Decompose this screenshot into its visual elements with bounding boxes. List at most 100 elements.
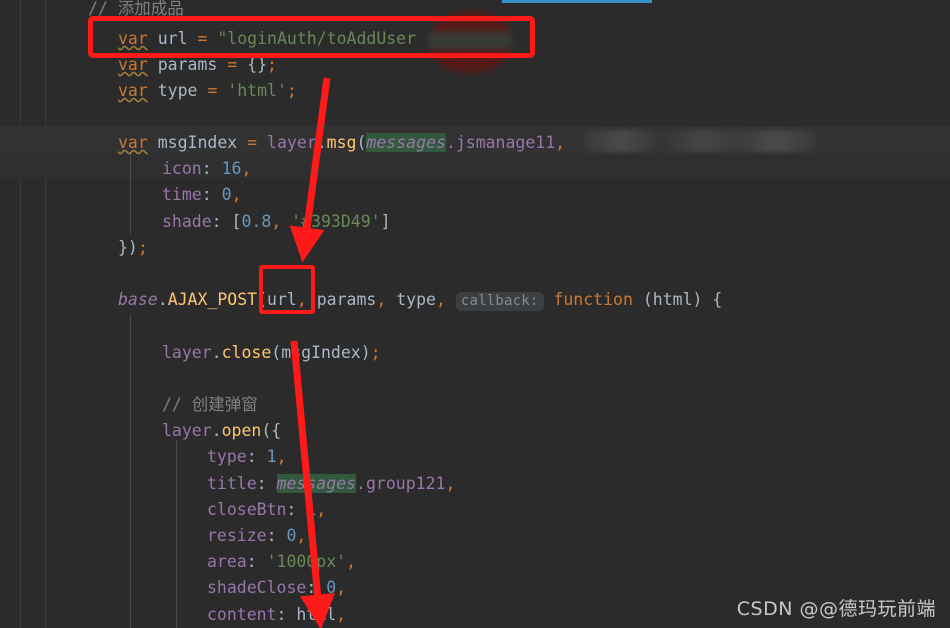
comma: ,: [555, 133, 566, 152]
comment-text: // 添加成品: [88, 0, 184, 18]
operator-assign: =: [197, 29, 208, 48]
bracket-close: ]: [380, 212, 391, 231]
comma: ,: [271, 212, 282, 231]
keyword-var: var: [118, 55, 148, 74]
identifier-messages: messages: [366, 133, 446, 152]
identifier-url: url: [157, 29, 188, 48]
property-icon: icon: [162, 159, 202, 178]
code-line-shade: shade: [0.8, '#393D49']: [162, 209, 391, 235]
property-closebtn: closeBtn: [207, 500, 287, 519]
keyword-var: var: [118, 133, 148, 152]
property-jsmanage11: .jsmanage11: [445, 133, 556, 152]
comma: ,: [276, 447, 287, 466]
comma: ,: [435, 290, 446, 309]
method-close: close: [221, 343, 272, 362]
identifier-layer: layer: [267, 133, 317, 152]
code-line-var-url: var url = "loginAuth/toAddUser: [118, 26, 416, 52]
brace-open: {: [712, 290, 723, 309]
method-open: open: [221, 421, 262, 440]
colon: :: [211, 212, 222, 231]
value-type: 1: [266, 447, 277, 466]
code-line-resize: resize: 0,: [207, 523, 306, 549]
code-line-area: area: '1000px',: [207, 549, 356, 575]
code-line-comment-create-popup: // 创建弹窗: [162, 392, 258, 418]
csdn-watermark: CSDN @@德玛玩前端: [736, 598, 936, 620]
value-shadeclose: 0: [326, 578, 337, 597]
argument-type: type: [396, 290, 436, 309]
paren-brace-open: ({: [261, 421, 282, 440]
argument-url: url: [267, 290, 297, 309]
code-line-var-params: var params = {};: [118, 52, 277, 78]
colon: :: [201, 159, 212, 178]
operator-assign: =: [247, 133, 258, 152]
property-area: area: [207, 552, 247, 571]
identifier-layer: layer: [162, 421, 212, 440]
screenshot-root: // 添加成品 var url = "loginAuth/toAddUser v…: [0, 0, 950, 628]
identifier-type: type: [157, 81, 198, 100]
property-time: time: [162, 185, 202, 204]
comma: ,: [231, 185, 242, 204]
param-html: html: [652, 290, 693, 309]
paren-close: ): [360, 343, 371, 362]
comma: ,: [296, 290, 307, 309]
dot: .: [211, 421, 222, 440]
code-line-time: time: 0,: [162, 182, 242, 208]
paren-open: (: [642, 290, 653, 309]
colon: :: [306, 578, 317, 597]
brace-close: }): [118, 238, 138, 257]
identifier-msgindex: msgIndex: [157, 133, 238, 152]
colon: :: [246, 552, 257, 571]
identifier-params: params: [157, 55, 218, 74]
top-progress-accent-bar: [502, 0, 652, 3]
colon: :: [256, 474, 267, 493]
comma: ,: [296, 526, 307, 545]
bracket-open: [: [231, 212, 242, 231]
code-line-shadeclose: shadeClose: 0,: [207, 575, 346, 601]
comment-text: // 创建弹窗: [162, 395, 258, 414]
keyword-function: function: [553, 290, 633, 309]
code-line-var-type: var type = 'html';: [118, 78, 297, 104]
value-shade-opacity: 0.8: [241, 212, 272, 231]
comma: ,: [241, 159, 252, 178]
dot: .: [211, 343, 222, 362]
code-line-closebtn: closeBtn: 1,: [207, 497, 326, 523]
colon: :: [276, 605, 287, 624]
comma: ,: [316, 500, 327, 519]
value-closebtn: 1: [306, 500, 317, 519]
argument-params: params: [316, 290, 377, 309]
comma: ,: [445, 474, 456, 493]
value-icon: 16: [221, 159, 242, 178]
comma: ,: [376, 290, 387, 309]
semicolon: ;: [286, 81, 297, 100]
comma: ,: [346, 552, 357, 571]
paren-open: (: [271, 343, 282, 362]
value-shade-color: '#393D49': [291, 212, 381, 231]
code-line-var-msgindex: var msgIndex = layer.msg(messages.jsmana…: [118, 130, 565, 156]
code-line-title: title: messages.group121,: [207, 471, 455, 497]
colon: :: [286, 500, 297, 519]
keyword-var: var: [118, 29, 148, 48]
property-shadeclose: shadeClose: [207, 578, 307, 597]
source-code: // 添加成品 var url = "loginAuth/toAddUser v…: [0, 0, 950, 628]
code-line-content: content: html,: [207, 602, 346, 628]
value-resize: 0: [286, 526, 297, 545]
inlay-hint-callback: callback:: [455, 292, 544, 311]
code-line-icon: icon: 16,: [162, 156, 251, 182]
identifier-layer: layer: [162, 343, 212, 362]
comma: ,: [336, 605, 347, 624]
code-line-layer-close: layer.close(msgIndex);: [162, 340, 381, 366]
method-msg: msg: [326, 133, 357, 152]
paren-open: (: [356, 133, 367, 152]
argument-msgindex: msgIndex: [281, 343, 361, 362]
property-shade: shade: [162, 212, 212, 231]
semicolon: ;: [137, 238, 148, 257]
code-line-layer-open: layer.open({: [162, 418, 281, 444]
colon: :: [246, 447, 257, 466]
object-literal: {}: [247, 55, 268, 74]
dot: .: [316, 133, 327, 152]
code-line-msg-close: });: [118, 235, 148, 261]
method-ajax-post: AJAX_POST: [167, 290, 258, 309]
identifier-base: base: [118, 290, 158, 309]
colon: :: [266, 526, 277, 545]
code-line-type: type: 1,: [207, 444, 287, 470]
